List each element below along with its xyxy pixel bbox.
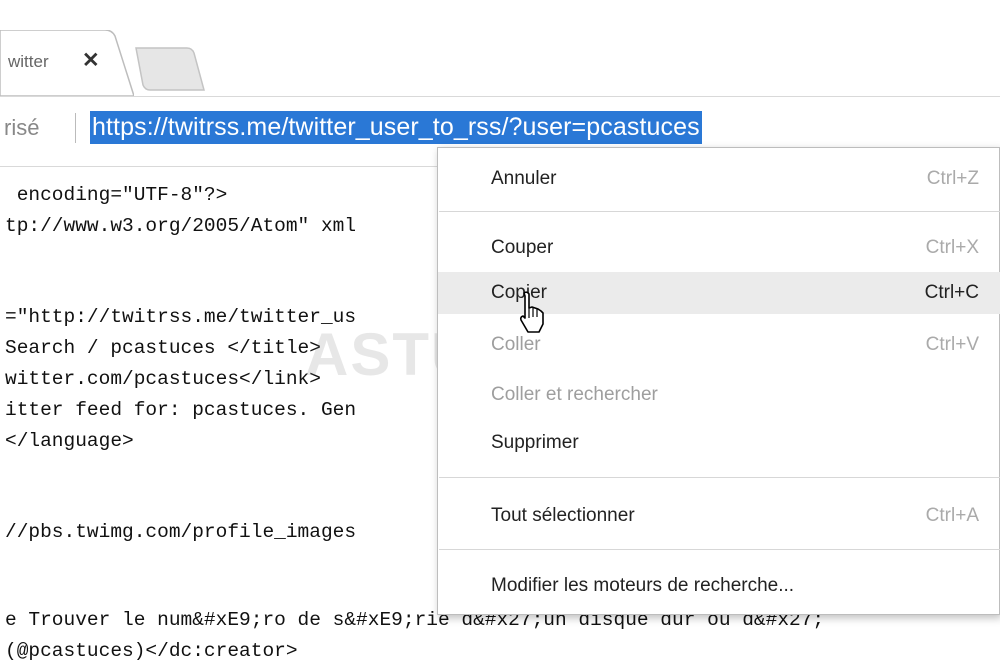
url-field[interactable]: https://twitrss.me/twitter_user_to_rss/?… [90, 111, 702, 144]
menu-item-label: Tout sélectionner [491, 505, 635, 526]
source-line: itter feed for: pcastuces. Gen [5, 399, 357, 421]
new-tab-button[interactable] [132, 44, 207, 94]
source-line: witter.com/pcastuces</link> [5, 368, 321, 390]
menu-item-shortcut: Ctrl+V [925, 334, 979, 355]
menu-item-label: Coller et rechercher [491, 384, 658, 405]
menu-item-modifier-moteurs[interactable]: Modifier les moteurs de recherche... [438, 565, 1000, 607]
menu-item-couper[interactable]: Couper Ctrl+X [438, 227, 1000, 269]
menu-item-shortcut: Ctrl+X [925, 237, 979, 258]
context-menu: Annuler Ctrl+Z Couper Ctrl+X Copier Ctrl… [437, 147, 1000, 615]
menu-item-label: Annuler [491, 168, 557, 189]
menu-separator [439, 211, 1000, 212]
menu-item-shortcut: Ctrl+C [924, 282, 979, 303]
source-line: Search / pcastuces </title> [5, 337, 321, 359]
browser-tab[interactable]: witter ✕ [0, 30, 134, 98]
menu-item-tout-selectionner[interactable]: Tout sélectionner Ctrl+A [438, 495, 1000, 537]
source-line: ="http://twitrss.me/twitter_us [5, 306, 357, 328]
source-line: (@pcastuces)</dc:creator> [5, 640, 298, 662]
menu-item-shortcut: Ctrl+A [925, 505, 979, 526]
source-line: //pbs.twimg.com/profile_images [5, 521, 357, 543]
menu-item-label: Modifier les moteurs de recherche... [491, 575, 795, 596]
menu-item-shortcut: Ctrl+Z [926, 168, 979, 189]
menu-item-label: Couper [491, 237, 554, 258]
source-line: tp://www.w3.org/2005/Atom" xml [5, 215, 357, 237]
tab-strip: witter ✕ [0, 0, 1000, 98]
source-line: </language> [5, 430, 134, 452]
cursor-icon [519, 291, 544, 333]
tab-title: witter [8, 52, 49, 71]
menu-separator [439, 477, 1000, 478]
menu-item-supprimer[interactable]: Supprimer [438, 422, 1000, 464]
menu-item-label: Coller [491, 334, 541, 355]
source-line: encoding="UTF-8"?> [5, 184, 228, 206]
menu-item-annuler[interactable]: Annuler Ctrl+Z [438, 158, 1000, 200]
menu-separator [439, 549, 1000, 550]
omnibox-divider [75, 113, 76, 143]
menu-item-coller-et-rechercher[interactable]: Coller et rechercher [438, 374, 1000, 416]
security-indicator[interactable]: risé [4, 115, 39, 141]
close-icon[interactable]: ✕ [82, 48, 100, 73]
menu-item-label: Supprimer [491, 432, 579, 453]
